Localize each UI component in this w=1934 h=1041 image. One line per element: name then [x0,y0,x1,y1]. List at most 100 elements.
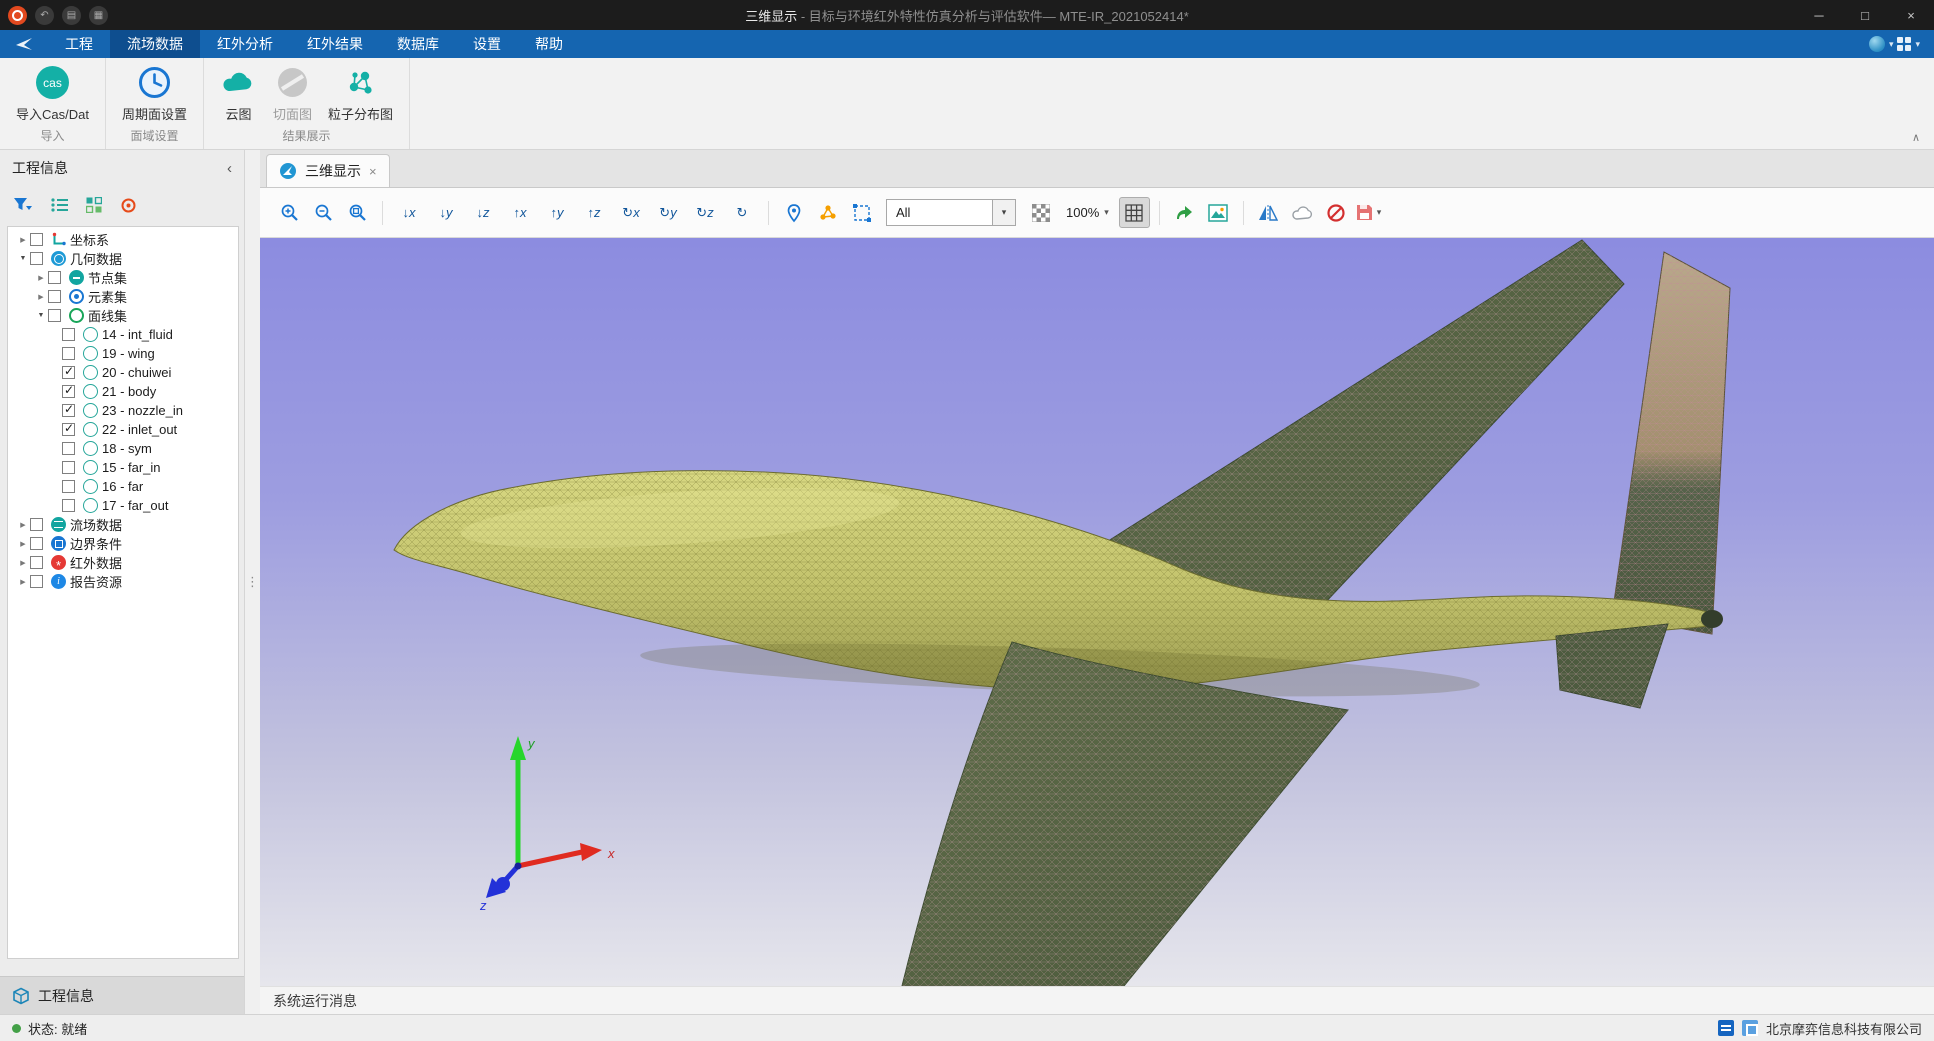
tree-checkbox[interactable] [30,556,43,569]
locate-target-icon[interactable] [120,197,137,214]
tree-checkbox[interactable] [48,271,61,284]
viewport-3d[interactable]: y x z [260,238,1934,986]
molecule-icon[interactable] [812,197,843,228]
collapse-arrow-icon[interactable] [34,312,48,319]
window-layout-icon[interactable] [1897,37,1911,51]
close-button[interactable]: × [1888,0,1934,30]
status-panel-icon[interactable] [1718,1020,1734,1036]
rotate-x-button[interactable]: ↻x [614,197,648,228]
section-plane-button[interactable]: 切面图 [269,63,316,124]
panel-collapse-icon[interactable]: ‹ [227,160,232,177]
surface-filter-select[interactable]: All ▾ [886,199,1016,226]
document-tab-3d-view[interactable]: 三维显示 × [266,154,390,187]
menu-tab-infrared-results[interactable]: 红外结果 [290,30,380,58]
panel-splitter[interactable]: ⋮ [245,150,260,1014]
view-down-z-button[interactable]: ↓z [466,197,500,228]
tree-item-far-out[interactable]: 17 - far_out [8,496,238,515]
chevron-down-icon[interactable]: ▾ [1915,39,1920,50]
status-window-icon[interactable] [1742,1020,1758,1036]
theme-sphere-icon[interactable] [1869,36,1885,52]
locate-pin-icon[interactable] [778,197,809,228]
menu-tab-infrared-analysis[interactable]: 红外分析 [200,30,290,58]
bottom-tab-project-info[interactable]: 工程信息 [0,976,244,1014]
maximize-button[interactable]: □ [1842,0,1888,30]
grid-view-icon[interactable] [86,197,102,213]
tree-checkbox[interactable] [62,480,75,493]
screenshot-image-icon[interactable] [1203,197,1234,228]
rotate-y-button[interactable]: ↻y [651,197,685,228]
chevron-down-icon[interactable]: ▾ [1889,39,1894,50]
expand-arrow-icon[interactable] [16,578,30,586]
tree-checkbox[interactable] [62,385,75,398]
app-logo-icon[interactable] [8,6,27,25]
tree-item-geometry-data[interactable]: 几何数据 [8,249,238,268]
expand-arrow-icon[interactable] [16,540,30,548]
tree-checkbox[interactable] [62,461,75,474]
tree-item-element-set[interactable]: 元素集 [8,287,238,306]
menu-tab-project[interactable]: 工程 [48,30,110,58]
list-view-icon[interactable] [51,197,68,213]
tree-checkbox[interactable] [48,290,61,303]
menu-tab-help[interactable]: 帮助 [518,30,580,58]
filter-icon[interactable] [13,197,33,213]
save-view-button[interactable]: ▾ [1355,203,1382,222]
box-select-icon[interactable] [846,197,877,228]
texture-checker-icon[interactable] [1025,197,1056,228]
menu-tab-database[interactable]: 数据库 [380,30,456,58]
particle-distribution-button[interactable]: 粒子分布图 [324,63,397,124]
tree-checkbox[interactable] [62,366,75,379]
tree-item-coordinate-system[interactable]: 坐标系 [8,230,238,249]
view-up-x-button[interactable]: ↑x [503,197,537,228]
menu-tab-flowfield-data[interactable]: 流场数据 [110,30,200,58]
view-down-x-button[interactable]: ↓x [392,197,426,228]
mirror-icon[interactable] [1253,197,1284,228]
zoom-fit-icon[interactable] [342,197,373,228]
import-cas-dat-button[interactable]: cas 导入Cas/Dat [12,63,93,124]
menu-tab-settings[interactable]: 设置 [456,30,518,58]
tree-checkbox[interactable] [30,575,43,588]
tree-item-report-resources[interactable]: 报告资源 [8,572,238,591]
rotate-view-button[interactable]: ↻ [725,197,759,228]
mesh-grid-toggle[interactable] [1119,197,1150,228]
tree-item-inlet-out[interactable]: 22 - inlet_out [8,420,238,439]
share-arrow-icon[interactable] [1169,197,1200,228]
collapse-arrow-icon[interactable] [16,255,30,262]
tree-item-nozzle-in[interactable]: 23 - nozzle_in [8,401,238,420]
expand-arrow-icon[interactable] [16,559,30,567]
chevron-down-icon[interactable]: ▾ [1377,207,1382,218]
tree-checkbox[interactable] [30,233,43,246]
tree-checkbox[interactable] [62,423,75,436]
save-quick-icon[interactable]: ▤ [62,6,81,25]
aircraft-near-fin[interactable] [1556,624,1668,708]
tree-item-sym[interactable]: 18 - sym [8,439,238,458]
tree-item-node-set[interactable]: 节点集 [8,268,238,287]
periodic-face-settings-button[interactable]: 周期面设置 [118,63,191,124]
tree-checkbox[interactable] [30,518,43,531]
tree-item-far[interactable]: 16 - far [8,477,238,496]
expand-arrow-icon[interactable] [34,274,48,282]
tree-checkbox[interactable] [62,347,75,360]
contour-cloud-button[interactable]: 云图 [216,63,261,124]
opacity-percent-select[interactable]: 100% ▾ [1059,205,1116,220]
ribbon-collapse-icon[interactable]: ∧ [1912,131,1920,144]
zoom-out-icon[interactable] [308,197,339,228]
tree-item-int-fluid[interactable]: 14 - int_fluid [8,325,238,344]
view-up-y-button[interactable]: ↑y [540,197,574,228]
tree-checkbox[interactable] [30,537,43,550]
menu-quick-icon[interactable]: ▦ [89,6,108,25]
tree-item-infrared-data[interactable]: 红外数据 [8,553,238,572]
view-down-y-button[interactable]: ↓y [429,197,463,228]
close-tab-icon[interactable]: × [369,164,377,179]
tree-item-boundary-conditions[interactable]: 边界条件 [8,534,238,553]
cancel-display-icon[interactable] [1321,197,1352,228]
tree-item-far-in[interactable]: 15 - far_in [8,458,238,477]
tree-checkbox[interactable] [30,252,43,265]
tree-checkbox[interactable] [62,404,75,417]
rotate-z-button[interactable]: ↻z [688,197,722,228]
tree-checkbox[interactable] [48,309,61,322]
tree-item-chuiwei[interactable]: 20 - chuiwei [8,363,238,382]
expand-arrow-icon[interactable] [16,521,30,529]
undo-icon[interactable]: ↶ [35,6,54,25]
aircraft-tail-fin[interactable] [1612,252,1730,634]
tree-item-flow-data[interactable]: 流场数据 [8,515,238,534]
